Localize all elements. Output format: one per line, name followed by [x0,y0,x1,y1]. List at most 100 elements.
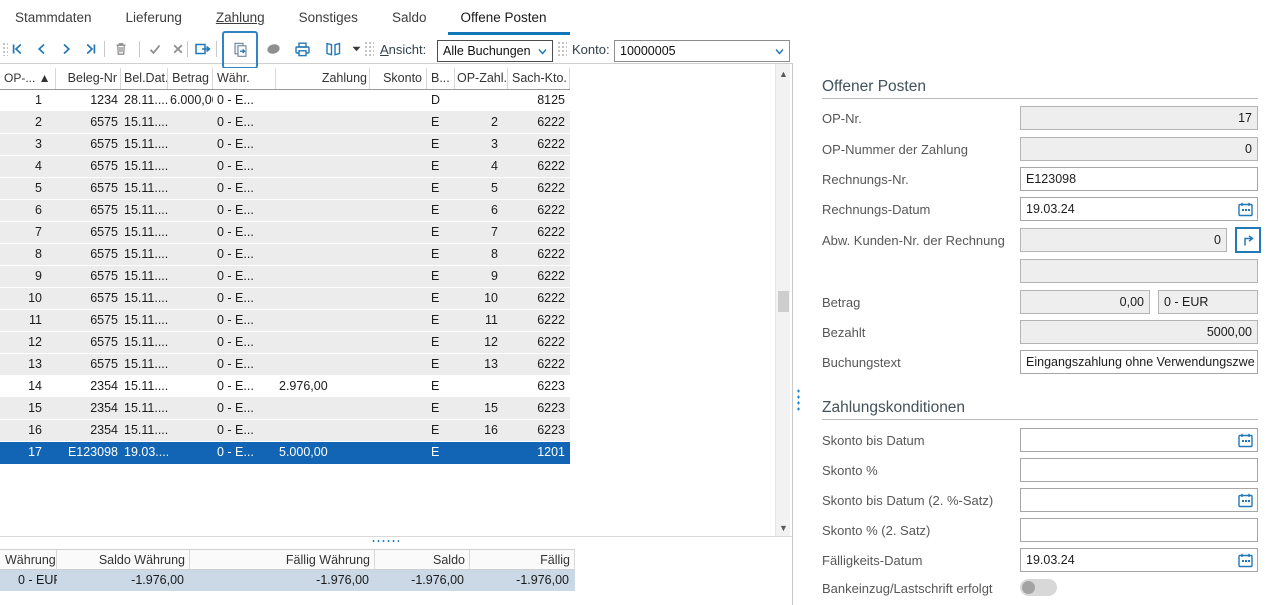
tab-sonstiges[interactable]: Sonstiges [299,10,358,25]
tab-saldo[interactable]: Saldo [392,10,427,25]
grid-col-header[interactable]: Beleg-Nr [56,68,121,89]
grid-row[interactable]: 4657515.11....0 - E...E46222 [0,156,570,178]
betrag-field[interactable]: 0,00 [1020,290,1150,314]
op-nr-field[interactable]: 17 [1020,106,1258,130]
calendar-icon[interactable] [1237,552,1254,569]
vertical-splitter-handle[interactable] [796,388,801,412]
scroll-up-icon[interactable]: ▲ [776,66,791,81]
grid-col-header[interactable]: Sach-Kto. [508,68,570,89]
tab-stammdaten[interactable]: Stammdaten [15,10,92,25]
grid-col-header[interactable]: OP-Zahl. [455,68,508,89]
first-record-icon[interactable] [9,39,27,59]
delete-icon[interactable] [112,39,130,59]
cancel-icon[interactable] [169,39,187,59]
scrollbar-thumb[interactable] [778,291,789,312]
grid-col-header[interactable]: Zahlung [276,68,370,89]
konto-group-grip[interactable] [557,41,567,57]
toolbar-separator [139,41,140,57]
tab-offene-posten[interactable]: Offene Posten [460,10,546,25]
tab-zahlung[interactable]: Zahlung [216,10,265,25]
grid-row[interactable]: 6657515.11....0 - E...E66222 [0,200,570,222]
grid-col-header[interactable]: Währ. [213,68,276,89]
grid-cell: E [427,376,455,398]
grid-row[interactable]: 8657515.11....0 - E...E86222 [0,244,570,266]
ansicht-dropdown[interactable]: Alle Buchungen [437,40,553,62]
abw-kunden-name-field[interactable] [1020,259,1258,283]
grid-row[interactable]: 12657515.11....0 - E...E126222 [0,332,570,354]
grid-cell [168,310,213,332]
rechnungs-datum-field[interactable]: 19.03.24 [1020,197,1258,221]
vertical-scrollbar[interactable]: ▲ ▼ [775,64,790,537]
grid-row[interactable]: 11657515.11....0 - E...E116222 [0,310,570,332]
horizontal-splitter-handle[interactable] [371,539,399,543]
grid-cell: 6222 [508,112,570,134]
grid-cell [168,200,213,222]
konto-combobox[interactable]: 10000005 [614,40,790,62]
op-nr-label: OP-Nr. [822,111,862,126]
print-icon[interactable] [291,39,313,59]
stamp-icon[interactable] [264,39,282,59]
skonto-prozent2-field[interactable] [1020,518,1258,542]
grid-row[interactable]: 3657515.11....0 - E...E36222 [0,134,570,156]
grid-cell [370,156,427,178]
next-record-icon[interactable] [57,39,75,59]
grid-row[interactable]: 15235415.11....0 - E...E156223 [0,398,570,420]
grid-row[interactable]: 2657515.11....0 - E...E26222 [0,112,570,134]
previous-record-icon[interactable] [33,39,51,59]
rechnungs-nr-field[interactable]: E123098 [1020,167,1258,191]
bezahlt-field[interactable]: 5000,00 [1020,320,1258,344]
skonto-bis-datum-field[interactable] [1020,428,1258,452]
grid-cell [276,244,370,266]
last-record-icon[interactable] [81,39,99,59]
faelligkeits-datum-field[interactable]: 19.03.24 [1020,548,1258,572]
grid-col-header[interactable]: Bel.Dat. [121,68,168,89]
grid-cell: 0 - E... [213,90,276,112]
calendar-icon[interactable] [1237,492,1254,509]
grid-cell: 15.11.... [121,178,168,200]
grid-cell: 0 - E... [213,222,276,244]
grid-col-header[interactable]: Skonto [370,68,427,89]
reports-icon[interactable] [322,39,344,59]
grid-cell: 15.11.... [121,376,168,398]
grid-col-header[interactable]: OP-... ▲ [0,68,56,89]
grid-row[interactable]: 16235415.11....0 - E...E166223 [0,420,570,442]
buchungstext-field[interactable]: Eingangszahlung ohne Verwendungszwe [1020,350,1258,374]
grid-cell: 0 - E... [213,420,276,442]
grid-cell [370,222,427,244]
buchungstext-label: Buchungstext [822,355,901,370]
grid-row[interactable]: 13657515.11....0 - E...E136222 [0,354,570,376]
grid-col-header[interactable]: Betrag [168,68,213,89]
bankeinzug-toggle[interactable] [1020,579,1057,596]
grid-cell: E [427,266,455,288]
grid-cell: 6575 [56,332,121,354]
ansicht-label: Ansicht: [380,42,426,57]
pane-divider [792,64,793,605]
grid-row[interactable]: 1123428.11....6.000,000 - E...D8125 [0,90,570,112]
grid-row-selected[interactable]: 17E12309819.03....0 - E...5.000,00E1201 [0,442,570,464]
grid-col-header[interactable]: B... [427,68,455,89]
grid-cell: 17 [0,442,56,464]
transfer-booking-icon[interactable] [193,39,213,59]
calendar-icon[interactable] [1237,432,1254,449]
confirm-icon[interactable] [146,39,164,59]
skonto-bis-datum2-field[interactable] [1020,488,1258,512]
scroll-down-icon[interactable]: ▼ [776,520,791,535]
grid-cell: 7 [455,222,508,244]
grid-row[interactable]: 10657515.11....0 - E...E106222 [0,288,570,310]
abw-kunden-nr-field[interactable]: 0 [1020,228,1227,252]
grid-row[interactable]: 5657515.11....0 - E...E56222 [0,178,570,200]
betrag-currency-field[interactable]: 0 - EUR [1158,290,1258,314]
toolbar-grip[interactable] [2,42,8,56]
grid-row[interactable]: 7657515.11....0 - E...E76222 [0,222,570,244]
skonto-prozent-field[interactable] [1020,458,1258,482]
dropdown-caret-icon[interactable] [350,39,362,59]
grid-cell: 6222 [508,266,570,288]
tab-lieferung[interactable]: Lieferung [126,10,182,25]
grid-row[interactable]: 14235415.11....0 - E...2.976,00E6223 [0,376,570,398]
grid-cell: 6575 [56,310,121,332]
goto-customer-button[interactable] [1235,227,1261,253]
ansicht-group-grip[interactable] [364,41,374,57]
grid-row[interactable]: 9657515.11....0 - E...E96222 [0,266,570,288]
calendar-icon[interactable] [1237,201,1254,218]
op-nummer-der-zahlung-field[interactable]: 0 [1020,137,1258,161]
